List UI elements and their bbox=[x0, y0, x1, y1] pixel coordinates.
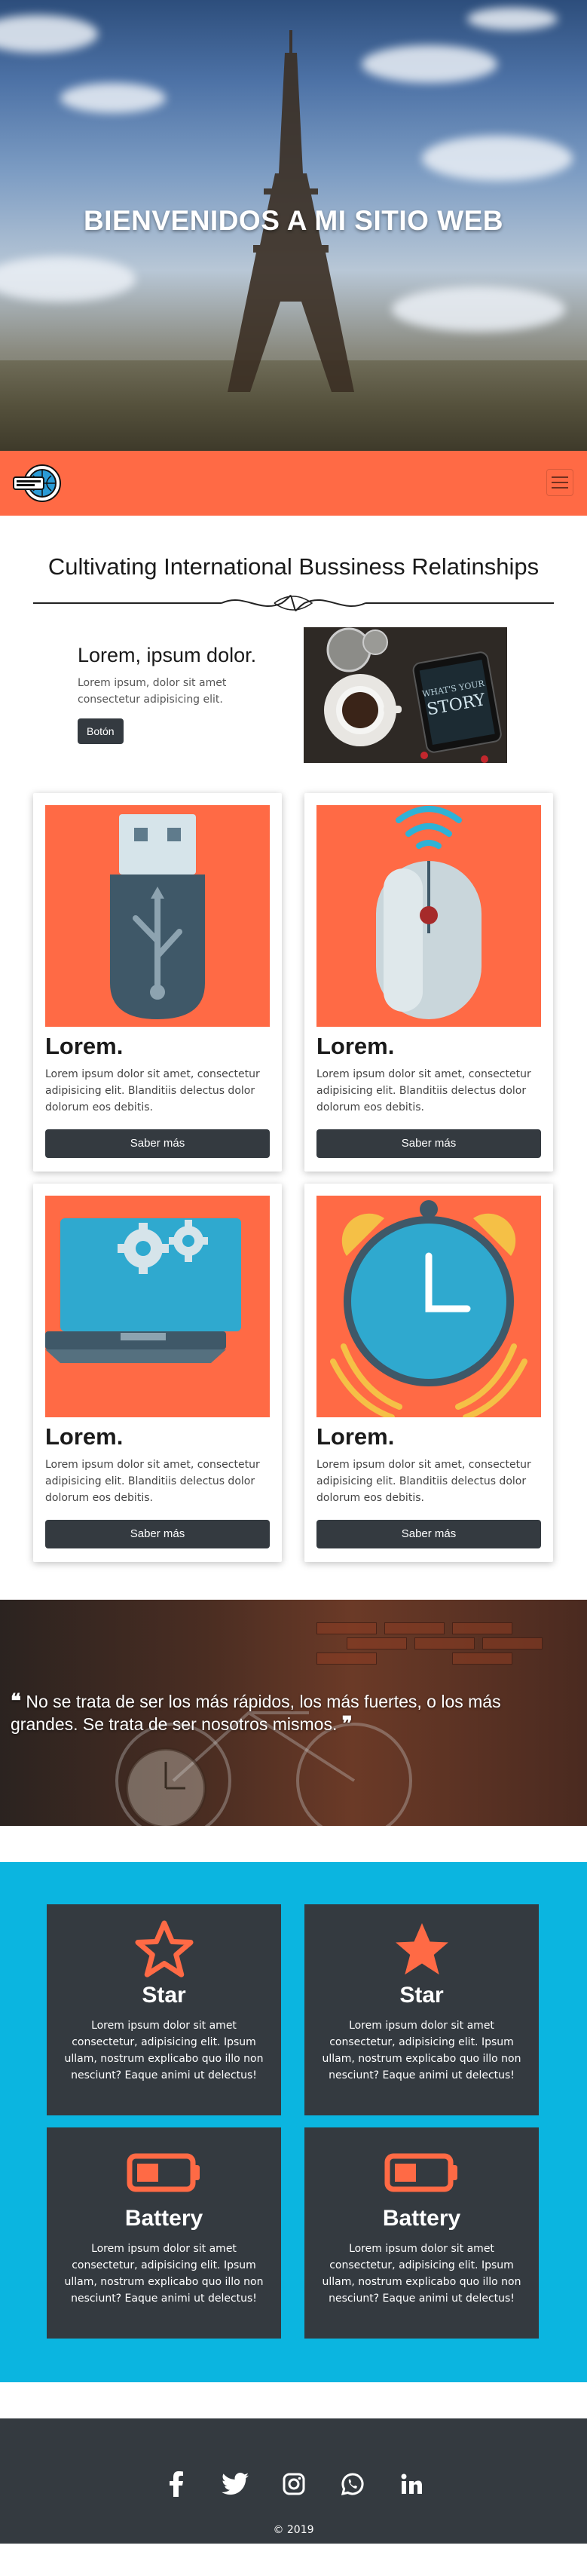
feature-button[interactable]: Botón bbox=[78, 718, 124, 744]
card-text: Lorem ipsum dolor sit amet, consectetur … bbox=[45, 1068, 260, 1113]
card-text: Lorem ipsum dolor sit amet, consectetur … bbox=[316, 1459, 531, 1504]
wireless-mouse-icon bbox=[376, 806, 482, 1019]
star-icon bbox=[395, 1923, 448, 1975]
service-card-star: Star Lorem ipsum dolor sit amet consecte… bbox=[304, 1904, 539, 2115]
world-logo[interactable] bbox=[12, 462, 62, 504]
card-mouse: Lorem. Lorem ipsum dolor sit amet, conse… bbox=[304, 793, 553, 1172]
svc-icon-wrap bbox=[304, 2141, 539, 2204]
menu-icon bbox=[552, 482, 568, 483]
service-text: Lorem ipsum dolor sit amet consectetur, … bbox=[322, 2243, 521, 2305]
saber-mas-button[interactable]: Saber más bbox=[45, 1129, 270, 1158]
quote-open-icon: ❝ bbox=[11, 1689, 21, 1712]
feature-section: Lorem, ipsum dolor. Lorem ipsum, dolor s… bbox=[0, 627, 587, 793]
hero-title: BIENVENIDOS A MI SITIO WEB bbox=[83, 205, 504, 236]
service-text: Lorem ipsum dolor sit amet consectetur, … bbox=[64, 2243, 264, 2305]
service-card-battery: Battery Lorem ipsum dolor sit amet conse… bbox=[47, 2127, 281, 2339]
navbar bbox=[0, 451, 587, 516]
saber-mas-button[interactable]: Saber más bbox=[316, 1520, 541, 1548]
usb-drive-icon bbox=[110, 814, 205, 1019]
card-usb: Lorem. Lorem ipsum dolor sit amet, conse… bbox=[33, 793, 282, 1172]
card-title: Lorem. bbox=[45, 1033, 124, 1059]
menu-icon bbox=[552, 487, 568, 489]
card-image bbox=[316, 1196, 541, 1417]
feature-text: Lorem, ipsum dolor. Lorem ipsum, dolor s… bbox=[78, 644, 289, 744]
svc-icon-wrap bbox=[47, 1918, 281, 1981]
feature-heading: Lorem, ipsum dolor. bbox=[78, 644, 257, 666]
service-text: Lorem ipsum dolor sit amet consectetur, … bbox=[64, 2020, 264, 2081]
intro-title: Cultivating International Bussiness Rela… bbox=[47, 553, 540, 580]
card-text: Lorem ipsum dolor sit amet, consectetur … bbox=[45, 1459, 260, 1504]
battery-icon bbox=[384, 2153, 457, 2192]
card-title: Lorem. bbox=[45, 1423, 124, 1450]
linkedin-icon[interactable] bbox=[397, 2470, 426, 2498]
quote-section: ❝ No se trata de ser los más rápidos, lo… bbox=[0, 1600, 587, 1826]
instagram-icon[interactable] bbox=[280, 2470, 308, 2498]
copyright-text: © 2019 bbox=[273, 2524, 314, 2536]
menu-icon bbox=[552, 476, 568, 478]
card-clock: Lorem. Lorem ipsum dolor sit amet, conse… bbox=[304, 1184, 553, 1562]
card-title: Lorem. bbox=[316, 1033, 395, 1059]
footer: © 2019 bbox=[0, 2418, 587, 2544]
laptop-gears-icon bbox=[45, 1218, 241, 1363]
services-section: Star Lorem ipsum dolor sit amet consecte… bbox=[0, 1862, 587, 2382]
menu-toggle-button[interactable] bbox=[546, 469, 573, 496]
social-links bbox=[0, 2470, 587, 2498]
star-icon bbox=[135, 1920, 193, 1977]
card-image bbox=[45, 805, 270, 1027]
saber-mas-button[interactable]: Saber más bbox=[316, 1129, 541, 1158]
hero-section: BIENVENIDOS A MI SITIO WEB bbox=[0, 0, 587, 451]
ornament-divider bbox=[33, 595, 554, 611]
feature-description: Lorem ipsum, dolor sit amet consectetur … bbox=[78, 677, 227, 706]
card-image bbox=[316, 805, 541, 1027]
service-title: Battery bbox=[124, 2206, 203, 2231]
svc-icon-wrap bbox=[304, 1918, 539, 1981]
quote-close-icon: ❞ bbox=[341, 1712, 353, 1735]
quote-text: ❝ No se trata de ser los más rápidos, lo… bbox=[11, 1690, 568, 1735]
saber-mas-button[interactable]: Saber más bbox=[45, 1520, 270, 1548]
card-laptop: Lorem. Lorem ipsum dolor sit amet, conse… bbox=[33, 1184, 282, 1562]
alarm-clock-icon bbox=[330, 1200, 527, 1417]
whatsapp-icon[interactable] bbox=[338, 2470, 367, 2498]
service-title: Star bbox=[142, 1983, 186, 2008]
service-text: Lorem ipsum dolor sit amet consectetur, … bbox=[322, 2020, 521, 2081]
card-image bbox=[45, 1196, 270, 1417]
coffee-story-image: WHAT'S YOUR STORY bbox=[304, 627, 507, 763]
service-title: Star bbox=[399, 1983, 444, 2008]
svc-icon-wrap bbox=[47, 2141, 281, 2204]
facebook-icon[interactable] bbox=[162, 2470, 191, 2498]
cards-section: Lorem. Lorem ipsum dolor sit amet, conse… bbox=[0, 793, 587, 1600]
service-card-star: Star Lorem ipsum dolor sit amet consecte… bbox=[47, 1904, 281, 2115]
card-title: Lorem. bbox=[316, 1423, 395, 1450]
quote-body: No se trata de ser los más rápidos, los … bbox=[11, 1692, 501, 1734]
twitter-icon[interactable] bbox=[221, 2470, 249, 2498]
card-text: Lorem ipsum dolor sit amet, consectetur … bbox=[316, 1068, 531, 1113]
service-title: Battery bbox=[382, 2206, 461, 2231]
battery-icon bbox=[127, 2153, 200, 2192]
service-card-battery: Battery Lorem ipsum dolor sit amet conse… bbox=[304, 2127, 539, 2339]
